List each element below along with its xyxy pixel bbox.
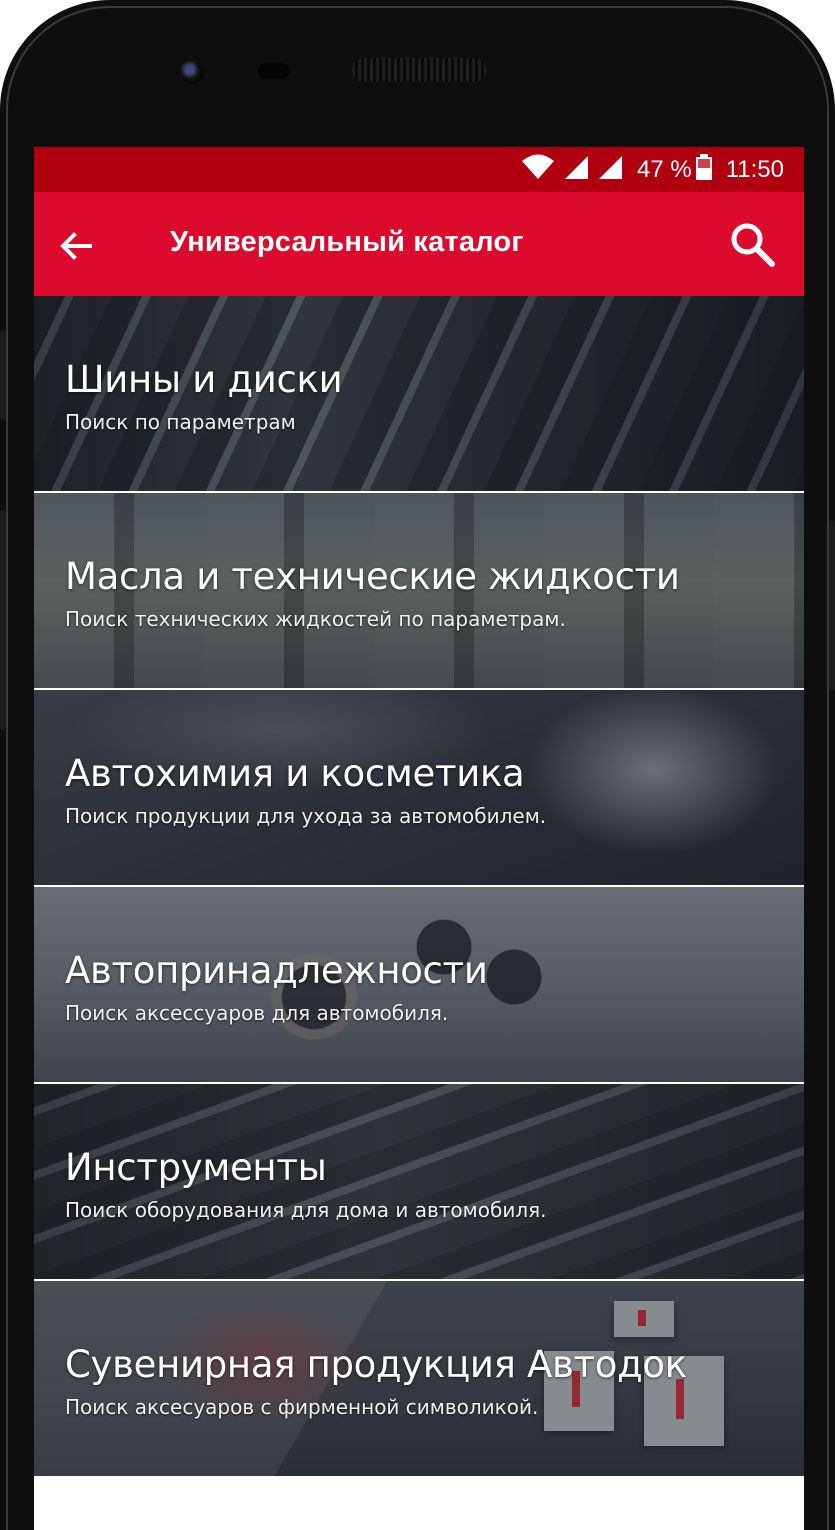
app-bar: Универсальный каталог xyxy=(34,192,804,296)
list-bottom-space xyxy=(34,1479,804,1530)
signal-icon xyxy=(563,154,589,185)
side-button xyxy=(0,510,6,730)
category-list: Шины и диски Поиск по параметрам Масла и… xyxy=(34,296,804,1478)
category-tools[interactable]: Инструменты Поиск оборудования для дома … xyxy=(34,1084,804,1279)
signal-icon-2 xyxy=(597,154,623,185)
back-button[interactable] xyxy=(54,224,98,268)
battery-icon xyxy=(695,154,712,185)
category-tires[interactable]: Шины и диски Поиск по параметрам xyxy=(34,296,804,491)
category-car-chemicals[interactable]: Автохимия и косметика Поиск продукции дл… xyxy=(34,690,804,885)
battery-percent: 47 % xyxy=(637,155,692,183)
category-subtitle: Поиск технических жидкостей по параметра… xyxy=(65,607,566,631)
category-oils[interactable]: Масла и технические жидкости Поиск техни… xyxy=(34,493,804,688)
category-accessories[interactable]: Автопринадлежности Поиск аксессуаров для… xyxy=(34,887,804,1082)
category-title: Автохимия и косметика xyxy=(65,752,525,795)
category-subtitle: Поиск по параметрам xyxy=(65,410,296,434)
search-button[interactable] xyxy=(726,218,780,272)
page-title: Универсальный каталог xyxy=(170,226,524,258)
earpiece-speaker xyxy=(352,58,486,82)
arrow-back-icon xyxy=(60,232,92,260)
category-subtitle: Поиск аксесуаров с фирменной символикой. xyxy=(65,1395,539,1419)
category-title: Инструменты xyxy=(65,1146,327,1189)
category-title: Сувенирная продукция Автодок xyxy=(65,1343,687,1386)
category-subtitle: Поиск аксессуаров для автомобиля. xyxy=(65,1001,449,1025)
category-subtitle: Поиск оборудования для дома и автомобиля… xyxy=(65,1198,547,1222)
front-camera xyxy=(180,60,204,84)
wifi-icon xyxy=(521,154,555,185)
proximity-sensor xyxy=(258,63,290,79)
category-title: Автопринадлежности xyxy=(65,949,488,992)
category-title: Масла и технические жидкости xyxy=(65,555,680,598)
volume-button xyxy=(0,330,6,420)
category-subtitle: Поиск продукции для ухода за автомобилем… xyxy=(65,804,547,828)
category-souvenirs[interactable]: Сувенирная продукция Автодок Поиск аксес… xyxy=(34,1281,804,1476)
search-icon xyxy=(731,223,775,267)
clock: 11:50 xyxy=(725,155,784,183)
power-button xyxy=(829,520,835,690)
screen: 47 % 11:50 Универсальный каталог Шины и … xyxy=(34,147,804,1530)
category-title: Шины и диски xyxy=(65,358,343,401)
status-bar: 47 % 11:50 xyxy=(34,147,804,192)
